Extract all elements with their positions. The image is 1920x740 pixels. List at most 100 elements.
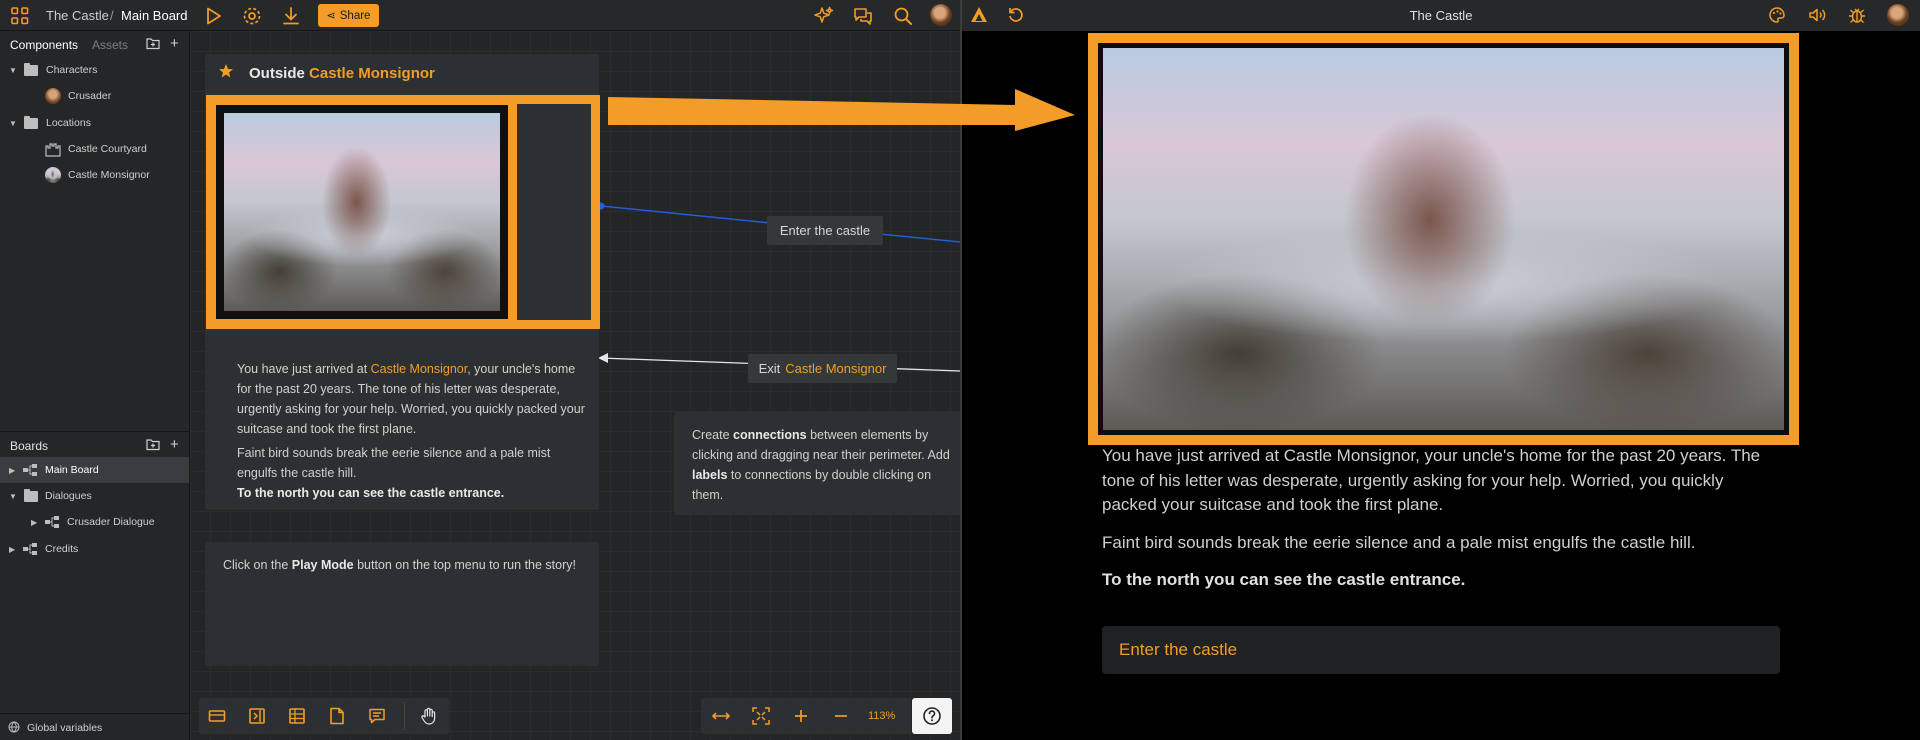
help-icon bbox=[922, 706, 942, 726]
tree-folder-characters[interactable]: ▼ Characters bbox=[0, 57, 189, 83]
node-paragraph-3: To the north you can see the castle entr… bbox=[237, 486, 505, 500]
hint-text: Click on the bbox=[223, 558, 292, 572]
folder-icon bbox=[24, 115, 38, 129]
help-button[interactable] bbox=[912, 698, 952, 734]
zoom-level[interactable]: 113% bbox=[868, 710, 895, 722]
folder-icon bbox=[24, 62, 38, 76]
note-icon[interactable] bbox=[327, 706, 347, 726]
board-folder-dialogues[interactable]: ▼ Dialogues bbox=[0, 483, 189, 509]
player-image-frame bbox=[1088, 33, 1799, 445]
add-folder-icon[interactable] bbox=[146, 37, 160, 50]
tab-assets[interactable]: Assets bbox=[92, 38, 128, 52]
player-topbar: The Castle bbox=[962, 0, 1920, 31]
tree-item-castle-courtyard[interactable]: Castle Courtyard bbox=[0, 136, 189, 162]
hint-connections-text: Create connections between elements by c… bbox=[692, 425, 954, 505]
player-choice-enter-castle[interactable]: Enter the castle bbox=[1102, 626, 1780, 674]
gear-icon[interactable] bbox=[240, 4, 264, 28]
board-icon bbox=[22, 542, 38, 556]
connection-label-text: Enter the castle bbox=[779, 223, 871, 238]
hint-note-connections[interactable]: Create connections between elements by c… bbox=[674, 412, 960, 515]
tree-label: Castle Monsignor bbox=[68, 169, 150, 181]
play-icon[interactable] bbox=[201, 4, 225, 28]
add-board-icon[interactable]: + bbox=[170, 436, 179, 453]
element-toolbar bbox=[199, 698, 449, 734]
download-icon[interactable] bbox=[279, 4, 303, 28]
node-title: Outside Castle Monsignor bbox=[249, 65, 435, 82]
fit-width-icon[interactable] bbox=[711, 706, 731, 726]
hint-note-play-mode[interactable]: Click on the Play Mode button on the top… bbox=[205, 542, 599, 666]
hint-text: Create bbox=[692, 428, 733, 442]
arrowhead-left-icon bbox=[598, 353, 608, 363]
tree-label: Dialogues bbox=[45, 490, 92, 502]
volume-icon[interactable] bbox=[1807, 5, 1827, 25]
zoom-out-icon[interactable] bbox=[831, 706, 851, 726]
user-avatar[interactable] bbox=[930, 4, 952, 26]
chevron-down-icon: ▼ bbox=[9, 65, 17, 75]
apps-grid-icon[interactable] bbox=[8, 4, 32, 28]
player-paragraph-1: You have just arrived at Castle Monsigno… bbox=[1102, 446, 1761, 514]
tutorial-highlight-frame bbox=[206, 95, 600, 329]
sidebar-tabs: Components Assets + bbox=[0, 31, 190, 57]
tree-label: Castle Courtyard bbox=[68, 143, 147, 155]
node-title-prefix: Outside bbox=[249, 65, 305, 82]
hint-text: button on the top menu to run the story! bbox=[353, 558, 576, 572]
tree-label: Main Board bbox=[45, 464, 99, 476]
chevron-down-icon: ▼ bbox=[9, 118, 17, 128]
story-node-icon[interactable] bbox=[207, 706, 227, 726]
player-castle-image bbox=[1103, 48, 1784, 430]
share-button[interactable]: ⋖ Share bbox=[318, 4, 379, 27]
player-image-matte bbox=[1098, 43, 1789, 435]
node-paragraph-1: You have just arrived at Castle Monsigno… bbox=[237, 359, 587, 439]
share-icon: ⋖ bbox=[326, 10, 336, 22]
tree-label: Crusader Dialogue bbox=[67, 516, 155, 528]
hint-bold: Play Mode bbox=[291, 558, 354, 572]
connection-label-enter[interactable]: Enter the castle bbox=[767, 216, 883, 245]
jump-node-icon[interactable] bbox=[247, 706, 267, 726]
crusader-thumbnail bbox=[45, 88, 61, 104]
node-p1-text: You have just arrived at bbox=[237, 362, 371, 376]
add-component-icon[interactable]: + bbox=[170, 35, 179, 52]
bug-icon[interactable] bbox=[1847, 5, 1867, 25]
sidebar: Components Assets + ▼ Characters Crusade… bbox=[0, 31, 190, 740]
tree-item-castle-monsignor[interactable]: Castle Monsignor bbox=[0, 162, 189, 188]
breadcrumb-board[interactable]: Main Board bbox=[121, 8, 187, 23]
player-user-avatar[interactable] bbox=[1887, 4, 1909, 26]
hint-bold: connections bbox=[733, 428, 807, 442]
chat-icon[interactable] bbox=[851, 4, 875, 28]
table-icon[interactable] bbox=[287, 706, 307, 726]
fit-screen-icon[interactable] bbox=[751, 706, 771, 726]
tab-components[interactable]: Components bbox=[10, 38, 78, 52]
sparkle-icon[interactable] bbox=[812, 4, 836, 28]
tree-label: Credits bbox=[45, 543, 79, 555]
star-icon[interactable] bbox=[218, 63, 234, 79]
chevron-right-icon: ▶ bbox=[9, 465, 16, 475]
editor-topbar: The Castle / Main Board ⋖ Share bbox=[0, 0, 960, 31]
add-folder-icon[interactable] bbox=[146, 438, 160, 451]
tutorial-arrow-icon bbox=[608, 89, 1075, 131]
share-button-label: Share bbox=[339, 9, 371, 22]
node-p1-link[interactable]: Castle Monsignor bbox=[371, 362, 468, 376]
comment-icon[interactable] bbox=[367, 706, 387, 726]
palette-icon[interactable] bbox=[1767, 5, 1787, 25]
tree-label: Characters bbox=[46, 64, 98, 76]
chevron-right-icon: ▶ bbox=[9, 544, 16, 554]
global-variables-button[interactable]: Global variables bbox=[0, 713, 189, 740]
tree-item-crusader[interactable]: Crusader bbox=[0, 83, 189, 109]
castle-icon bbox=[45, 141, 61, 157]
breadcrumb-project[interactable]: The Castle bbox=[46, 8, 109, 23]
board-item-crusader-dialogue[interactable]: ▶ Crusader Dialogue bbox=[0, 509, 189, 535]
global-variables-label: Global variables bbox=[27, 722, 103, 734]
boards-header: Boards + bbox=[0, 431, 190, 457]
zoom-in-icon[interactable] bbox=[791, 706, 811, 726]
board-icon bbox=[44, 515, 60, 529]
hint-bold: labels bbox=[692, 468, 728, 482]
hint-text: to connections by double clicking on the… bbox=[692, 468, 932, 502]
globe-icon bbox=[8, 721, 20, 733]
search-icon[interactable] bbox=[891, 4, 915, 28]
board-item-credits[interactable]: ▶ Credits bbox=[0, 536, 189, 562]
connection-label-exit[interactable]: Exit Castle Monsignor bbox=[748, 354, 897, 383]
board-item-main-board[interactable]: ▶ Main Board bbox=[0, 457, 189, 483]
hand-icon[interactable] bbox=[419, 706, 439, 726]
tree-folder-locations[interactable]: ▼ Locations bbox=[0, 110, 189, 136]
player-paragraph-2: Faint bird sounds break the eerie silenc… bbox=[1102, 533, 1696, 552]
